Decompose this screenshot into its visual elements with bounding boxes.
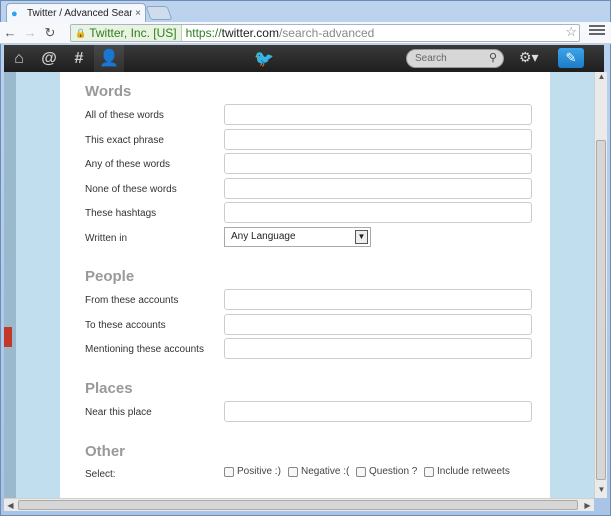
checkbox-box[interactable] <box>356 466 366 477</box>
section-people-title: People <box>85 268 135 285</box>
ev-label: Twitter, Inc. [US] <box>89 26 177 40</box>
address-bar[interactable]: 🔒 Twitter, Inc. [US] https://twitter.com… <box>70 24 580 42</box>
browser-tab[interactable]: ● Twitter / Advanced Search × <box>6 3 146 23</box>
page-viewport: Words All of these words This exact phra… <box>4 72 594 498</box>
horizontal-scroll-thumb[interactable] <box>18 500 578 510</box>
none-words-input[interactable] <box>224 178 532 199</box>
positive-checkbox[interactable]: Positive :) <box>224 466 281 477</box>
browser-toolbar: ← → ↻ 🔒 Twitter, Inc. [US] https://twitt… <box>0 22 611 44</box>
twitter-topbar: ⌂ @ # 👤 🐦 Search ⚲ ⚙▾ ✎ <box>4 45 604 72</box>
vertical-scroll-thumb[interactable] <box>596 140 606 480</box>
any-words-input[interactable] <box>224 153 532 174</box>
tab-strip: ● Twitter / Advanced Search × <box>0 0 611 23</box>
ev-certificate-badge[interactable]: 🔒 Twitter, Inc. [US] <box>71 25 182 41</box>
background-strip <box>4 72 16 498</box>
mentioning-accounts-label: Mentioning these accounts <box>85 344 204 355</box>
checkbox-box[interactable] <box>288 466 298 477</box>
written-in-label: Written in <box>85 233 128 244</box>
horizontal-scrollbar[interactable]: ◀ ▶ <box>4 498 594 511</box>
scroll-right-arrow-icon[interactable]: ▶ <box>581 499 594 512</box>
hashtags-label: These hashtags <box>85 208 157 219</box>
section-words-title: Words <box>85 83 132 100</box>
url-scheme: https:// <box>185 26 222 40</box>
negative-checkbox[interactable]: Negative :( <box>288 466 349 477</box>
back-button[interactable]: ← <box>0 25 20 40</box>
scroll-left-arrow-icon[interactable]: ◀ <box>4 499 17 512</box>
reload-button[interactable]: ↻ <box>40 25 60 41</box>
language-select-value: Any Language <box>231 231 296 242</box>
compose-tweet-button[interactable]: ✎ <box>558 48 584 68</box>
positive-label: Positive :) <box>237 466 281 477</box>
bookmark-star-icon[interactable]: ☆ <box>565 24 577 40</box>
any-words-label: Any of these words <box>85 159 171 170</box>
near-place-label: Near this place <box>85 407 152 418</box>
connect-icon[interactable]: @ <box>34 50 64 68</box>
url-host: twitter.com <box>221 26 279 40</box>
tab-close-icon[interactable]: × <box>135 8 141 19</box>
checkbox-box[interactable] <box>424 466 434 477</box>
scroll-up-arrow-icon[interactable]: ▲ <box>595 72 608 85</box>
browser-menu-icon[interactable] <box>589 25 605 39</box>
vertical-scrollbar[interactable]: ▲ ▼ <box>594 72 607 498</box>
search-placeholder: Search <box>415 53 447 64</box>
url-text: https://twitter.com/search-advanced <box>182 26 375 40</box>
question-checkbox[interactable]: Question ? <box>356 466 417 477</box>
language-select[interactable]: Any Language ▼ <box>224 227 371 247</box>
from-accounts-label: From these accounts <box>85 295 179 306</box>
section-places-title: Places <box>85 380 133 397</box>
hashtags-input[interactable] <box>224 202 532 223</box>
tab-title: Twitter / Advanced Search <box>27 8 133 19</box>
all-words-label: All of these words <box>85 110 164 121</box>
settings-gear-icon[interactable]: ⚙▾ <box>519 49 539 66</box>
negative-label: Negative :( <box>301 466 350 477</box>
from-accounts-input[interactable] <box>224 289 532 310</box>
search-icon[interactable]: ⚲ <box>489 50 497 67</box>
all-words-input[interactable] <box>224 104 532 125</box>
me-icon[interactable]: 👤 <box>94 45 124 72</box>
chevron-down-icon[interactable]: ▼ <box>355 230 368 244</box>
none-words-label: None of these words <box>85 184 177 195</box>
forward-button[interactable]: → <box>20 25 40 40</box>
search-input[interactable]: Search ⚲ <box>406 49 504 68</box>
section-other-title: Other <box>85 443 126 460</box>
retweets-label: Include retweets <box>437 466 510 477</box>
to-accounts-input[interactable] <box>224 314 532 335</box>
twitter-bird-icon: 🐦 <box>254 51 274 68</box>
exact-phrase-label: This exact phrase <box>85 135 164 146</box>
home-icon[interactable]: ⌂ <box>4 50 34 68</box>
select-label: Select: <box>85 469 116 480</box>
question-label: Question ? <box>369 466 418 477</box>
twitter-bird-favicon-icon: ● <box>11 7 18 20</box>
exact-phrase-input[interactable] <box>224 129 532 150</box>
new-tab-button[interactable] <box>145 6 173 20</box>
url-path: /search-advanced <box>278 26 375 40</box>
retweets-checkbox[interactable]: Include retweets <box>424 466 510 477</box>
discover-icon[interactable]: # <box>64 50 94 68</box>
mentioning-accounts-input[interactable] <box>224 338 532 359</box>
to-accounts-label: To these accounts <box>85 320 166 331</box>
checkbox-box[interactable] <box>224 466 234 477</box>
advanced-search-panel: Words All of these words This exact phra… <box>60 72 550 498</box>
near-place-input[interactable] <box>224 401 532 422</box>
scroll-down-arrow-icon[interactable]: ▼ <box>595 485 608 498</box>
lock-icon: 🔒 <box>75 27 87 38</box>
